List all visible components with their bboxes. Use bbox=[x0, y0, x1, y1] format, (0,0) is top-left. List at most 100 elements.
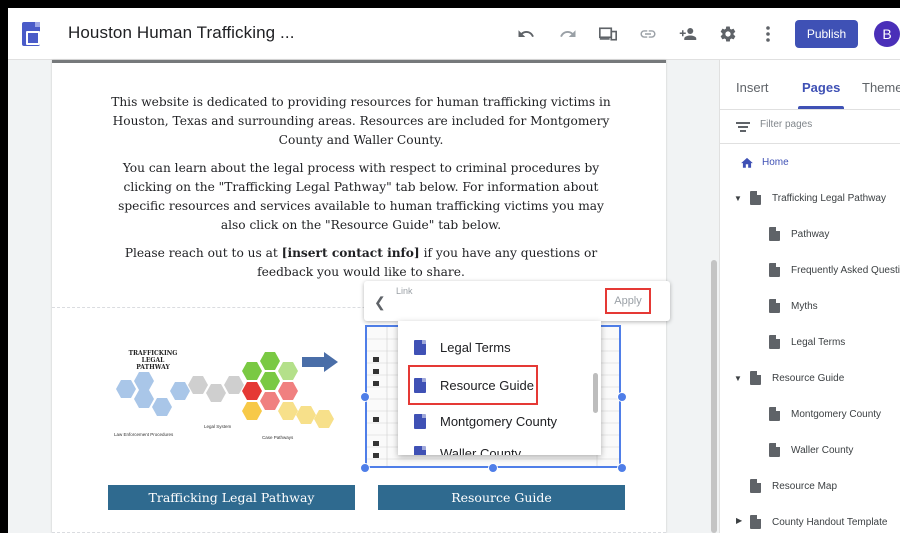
hex-shape bbox=[242, 402, 262, 420]
top-toolbar: Houston Human Trafficking ... Publish B bbox=[8, 8, 900, 60]
document-title[interactable]: Houston Human Trafficking ... bbox=[68, 23, 295, 43]
page-label: Home bbox=[762, 156, 789, 168]
hex-shape bbox=[188, 376, 208, 394]
app-window: Houston Human Trafficking ... Publish B bbox=[8, 8, 900, 533]
diagram-caption-left: Law Enforcement Procedures bbox=[114, 432, 174, 437]
dropdown-item-waller-county[interactable]: Waller County bbox=[398, 435, 588, 455]
hex-shape bbox=[260, 352, 280, 370]
hex-shape bbox=[260, 392, 280, 410]
sidebar-item-resource-map[interactable]: Resource Map bbox=[720, 468, 900, 504]
home-icon bbox=[741, 157, 753, 168]
page-label: Montgomery County bbox=[791, 408, 882, 420]
tab-pages[interactable]: Pages bbox=[802, 80, 840, 95]
preview-icon[interactable] bbox=[596, 22, 620, 46]
apply-button[interactable]: Apply bbox=[605, 288, 651, 314]
page-label: Frequently Asked Questi... bbox=[791, 264, 900, 276]
intro-text-box[interactable]: This website is dedicated to providing r… bbox=[106, 93, 616, 291]
page-icon bbox=[769, 227, 780, 241]
page-icon bbox=[769, 443, 780, 457]
tab-insert[interactable]: Insert bbox=[736, 80, 769, 95]
page-label: Resource Map bbox=[772, 480, 838, 492]
dropdown-scrollbar[interactable] bbox=[593, 373, 598, 413]
hex-shape bbox=[296, 406, 316, 424]
page-icon bbox=[750, 371, 761, 385]
undo-icon[interactable] bbox=[514, 22, 538, 46]
page-label: Resource Guide bbox=[772, 372, 845, 384]
intro-paragraph-1: This website is dedicated to providing r… bbox=[111, 95, 611, 147]
contact-placeholder: [insert contact info] bbox=[281, 246, 420, 260]
resize-handle[interactable] bbox=[360, 463, 370, 473]
page-icon bbox=[769, 263, 780, 277]
diagram-caption-mid: Legal System bbox=[204, 424, 232, 429]
dropdown-item-montgomery-county[interactable]: Montgomery County bbox=[398, 403, 588, 439]
dropdown-item-label: Waller County bbox=[440, 445, 522, 456]
more-vert-icon[interactable] bbox=[756, 22, 780, 46]
link-icon[interactable] bbox=[636, 22, 660, 46]
publish-button[interactable]: Publish bbox=[795, 20, 858, 48]
page-icon bbox=[769, 335, 780, 349]
resize-handle[interactable] bbox=[617, 463, 627, 473]
dropdown-item-label: Legal Terms bbox=[440, 339, 511, 355]
page-icon bbox=[414, 339, 426, 355]
page-label: County Handout Template bbox=[772, 516, 888, 528]
page-icon bbox=[750, 515, 761, 529]
page-label: Waller County bbox=[791, 444, 854, 456]
hex-shape bbox=[170, 382, 190, 400]
sidebar-item-pathway[interactable]: Pathway bbox=[720, 216, 900, 252]
page-label: Myths bbox=[791, 300, 818, 312]
intro-p3-text: Please reach out to us at bbox=[124, 246, 282, 260]
page-label: Trafficking Legal Pathway bbox=[772, 192, 886, 204]
dropdown-item-label: Montgomery County bbox=[440, 413, 558, 429]
canvas-scrollbar[interactable] bbox=[711, 260, 717, 533]
avatar[interactable]: B bbox=[874, 21, 900, 47]
filter-pages-row bbox=[720, 110, 900, 144]
sidebar-item-resource-guide[interactable]: Resource Guide bbox=[720, 360, 900, 396]
redo-icon[interactable] bbox=[556, 22, 580, 46]
hex-shape bbox=[134, 372, 154, 390]
sidebar-item-waller-county[interactable]: Waller County bbox=[720, 432, 900, 468]
back-chevron-icon[interactable]: ❮ bbox=[374, 294, 386, 311]
right-panel: Insert Pages Themes Home ▼ Trafficking L… bbox=[719, 60, 900, 533]
resize-handle[interactable] bbox=[488, 463, 498, 473]
sidebar-item-county-handout-template[interactable]: County Handout Template bbox=[720, 504, 900, 533]
page-icon bbox=[750, 191, 761, 205]
hex-shape bbox=[314, 410, 334, 428]
resource-guide-button[interactable]: Resource Guide bbox=[378, 485, 625, 510]
page-icon bbox=[769, 299, 780, 313]
page-label: Pathway bbox=[791, 228, 830, 240]
hex-shape bbox=[278, 402, 298, 420]
sidebar-item-faq[interactable]: Frequently Asked Questi... bbox=[720, 252, 900, 288]
hex-shape bbox=[278, 382, 298, 400]
intro-paragraph-3: Please reach out to us at [insert contac… bbox=[106, 244, 616, 282]
trafficking-legal-pathway-button[interactable]: Trafficking Legal Pathway bbox=[108, 485, 355, 510]
filter-pages-input[interactable] bbox=[760, 119, 890, 130]
hex-shape bbox=[278, 362, 298, 380]
intro-paragraph-2: You can learn about the legal process wi… bbox=[118, 161, 604, 232]
sites-logo-icon[interactable] bbox=[22, 22, 40, 46]
hex-shape bbox=[206, 384, 226, 402]
legal-pathway-diagram[interactable]: Trafficking Legal Pathway bbox=[112, 350, 347, 445]
sidebar-item-myths[interactable]: Myths bbox=[720, 288, 900, 324]
hex-shape bbox=[242, 362, 262, 380]
page-icon bbox=[414, 445, 426, 455]
sidebar-item-legal-terms[interactable]: Legal Terms bbox=[720, 324, 900, 360]
tab-themes[interactable]: Themes bbox=[862, 80, 900, 95]
page-icon bbox=[414, 413, 426, 429]
sidebar-item-trafficking-legal-pathway[interactable]: Trafficking Legal Pathway bbox=[720, 180, 900, 216]
settings-icon[interactable] bbox=[716, 22, 740, 46]
hex-shape bbox=[242, 382, 262, 400]
dropdown-item-legal-terms[interactable]: Legal Terms bbox=[398, 329, 588, 365]
hex-shape bbox=[116, 380, 136, 398]
link-popup: ❮ Link Apply bbox=[364, 281, 670, 321]
sidebar-item-home[interactable]: Home bbox=[720, 144, 900, 180]
resize-handle[interactable] bbox=[617, 392, 627, 402]
page-icon bbox=[769, 407, 780, 421]
sidebar-item-montgomery-county[interactable]: Montgomery County bbox=[720, 396, 900, 432]
resize-handle[interactable] bbox=[360, 392, 370, 402]
hex-shape bbox=[224, 376, 244, 394]
hex-shape bbox=[260, 372, 280, 390]
highlight-box bbox=[408, 365, 538, 405]
share-icon[interactable] bbox=[676, 22, 700, 46]
page-label: Legal Terms bbox=[791, 336, 846, 348]
diagram-title: Trafficking Legal Pathway bbox=[128, 350, 178, 371]
